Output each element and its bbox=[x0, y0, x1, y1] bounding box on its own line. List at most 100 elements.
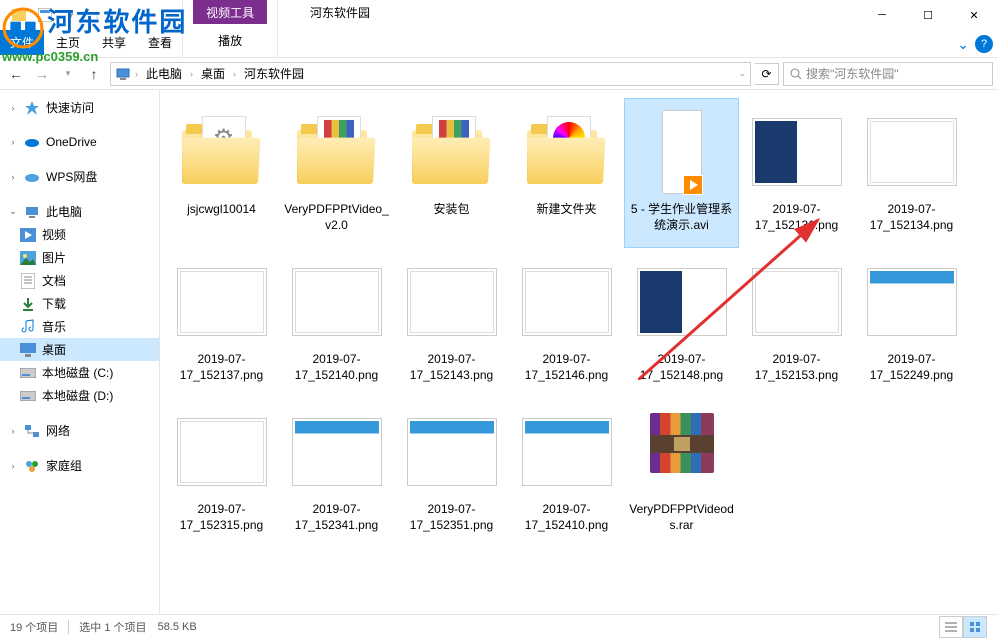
navigation-sidebar: ›快速访问 ›OneDrive ›WPS网盘 ⌄此电脑 视频 图片 文档 下载 … bbox=[0, 90, 160, 614]
address-dropdown-icon[interactable]: ⌄ bbox=[738, 68, 746, 79]
file-item[interactable]: 新建文件夹 bbox=[509, 98, 624, 248]
file-item[interactable]: 5 - 学生作业管理系统演示.avi bbox=[624, 98, 739, 248]
home-tab[interactable]: 主页 bbox=[46, 30, 90, 55]
file-item[interactable]: 2019-07-17_152148.png bbox=[624, 248, 739, 398]
pc-icon bbox=[115, 66, 131, 82]
file-thumbnail bbox=[634, 404, 730, 500]
breadcrumb[interactable]: › 此电脑 › 桌面 › 河东软件园 ⌄ bbox=[110, 62, 751, 86]
file-thumbnail bbox=[404, 404, 500, 500]
details-view-button[interactable] bbox=[939, 616, 963, 638]
sidebar-videos[interactable]: 视频 bbox=[0, 223, 159, 246]
search-input[interactable]: 搜索"河东软件园" bbox=[783, 62, 993, 86]
file-item[interactable]: 2019-07-17_152143.png bbox=[394, 248, 509, 398]
chevron-right-icon[interactable]: › bbox=[135, 69, 138, 79]
video-icon bbox=[20, 227, 36, 243]
file-item[interactable]: 2019-07-17_152137.png bbox=[164, 248, 279, 398]
drive-icon bbox=[20, 365, 36, 381]
play-tab[interactable]: 播放 bbox=[208, 28, 252, 53]
file-item[interactable]: VeryPDFPPtVideods.rar bbox=[624, 398, 739, 548]
file-grid[interactable]: ⚙jsjcwgl10014VeryPDFPPtVideo_v2.0 安装包 新建文件… bbox=[160, 90, 997, 614]
file-name-label: 安装包 bbox=[433, 202, 469, 218]
file-thumbnail bbox=[634, 104, 730, 200]
file-name-label: 2019-07-17_152410.png bbox=[513, 502, 620, 533]
file-item[interactable]: 安装包 bbox=[394, 98, 509, 248]
breadcrumb-item[interactable]: 河东软件园 bbox=[240, 65, 308, 82]
address-bar: ← → ▾ ↑ › 此电脑 › 桌面 › 河东软件园 ⌄ ⟳ 搜索"河东软件园" bbox=[0, 58, 997, 90]
file-thumbnail bbox=[519, 254, 615, 350]
file-name-label: 2019-07-17_152140.png bbox=[283, 352, 390, 383]
sidebar-disk-d[interactable]: 本地磁盘 (D:) bbox=[0, 384, 159, 407]
file-item[interactable]: 2019-07-17_152140.png bbox=[279, 248, 394, 398]
network-icon bbox=[24, 423, 40, 439]
file-name-label: 2019-07-17_152131.png bbox=[743, 202, 850, 233]
file-name-label: 2019-07-17_152143.png bbox=[398, 352, 505, 383]
sidebar-pictures[interactable]: 图片 bbox=[0, 246, 159, 269]
breadcrumb-item[interactable]: 桌面 bbox=[197, 65, 229, 82]
minimize-button[interactable]: ─ bbox=[859, 0, 905, 30]
quick-access-toolbar: ▾ | bbox=[0, 0, 182, 26]
qat-separator: | bbox=[86, 4, 108, 26]
drive-icon bbox=[20, 388, 36, 404]
file-thumbnail bbox=[174, 404, 270, 500]
file-item[interactable]: 2019-07-17_152134.png bbox=[854, 98, 969, 248]
music-icon bbox=[20, 319, 36, 335]
file-item[interactable]: 2019-07-17_152351.png bbox=[394, 398, 509, 548]
sidebar-network[interactable]: ›网络 bbox=[0, 419, 159, 442]
icons-view-button[interactable] bbox=[963, 616, 987, 638]
sidebar-quick-access[interactable]: ›快速访问 bbox=[0, 96, 159, 119]
download-icon bbox=[20, 296, 36, 312]
file-item[interactable]: 2019-07-17_152146.png bbox=[509, 248, 624, 398]
recent-dropdown-icon[interactable]: ▾ bbox=[56, 62, 80, 86]
sidebar-desktop[interactable]: 桌面 bbox=[0, 338, 159, 361]
chevron-right-icon[interactable]: › bbox=[190, 69, 193, 79]
ribbon-collapse-icon[interactable]: ⌄ bbox=[957, 36, 969, 53]
forward-button[interactable]: → bbox=[30, 62, 54, 86]
maximize-button[interactable]: ☐ bbox=[905, 0, 951, 30]
file-name-label: jsjcwgl10014 bbox=[187, 202, 256, 218]
status-bar: 19 个项目 选中 1 个项目 58.5 KB bbox=[0, 614, 997, 638]
properties-icon[interactable] bbox=[34, 4, 56, 26]
file-item[interactable]: 2019-07-17_152315.png bbox=[164, 398, 279, 548]
status-selection: 选中 1 个项目 bbox=[79, 619, 146, 635]
video-tools-context-tab: 视频工具 bbox=[193, 0, 267, 24]
file-thumbnail bbox=[864, 104, 960, 200]
document-icon bbox=[20, 273, 36, 289]
breadcrumb-item[interactable]: 此电脑 bbox=[142, 65, 186, 82]
file-item[interactable]: 2019-07-17_152131.png bbox=[739, 98, 854, 248]
file-thumbnail bbox=[749, 104, 845, 200]
file-tab[interactable]: 文件 bbox=[0, 30, 44, 55]
up-button[interactable]: ↑ bbox=[82, 62, 106, 86]
sidebar-homegroup[interactable]: ›家庭组 bbox=[0, 454, 159, 477]
refresh-button[interactable]: ⟳ bbox=[755, 63, 779, 85]
share-tab[interactable]: 共享 bbox=[92, 30, 136, 55]
qat-dropdown-icon[interactable]: ▾ bbox=[60, 4, 82, 26]
file-item[interactable]: 2019-07-17_152410.png bbox=[509, 398, 624, 548]
file-item[interactable]: VeryPDFPPtVideo_v2.0 bbox=[279, 98, 394, 248]
sidebar-documents[interactable]: 文档 bbox=[0, 269, 159, 292]
file-item[interactable]: 2019-07-17_152153.png bbox=[739, 248, 854, 398]
help-icon[interactable]: ? bbox=[975, 35, 993, 53]
titlebar: ▾ | 文件 主页 共享 查看 视频工具 播放 河东软件园 ─ ☐ ✕ ⌄ ? bbox=[0, 0, 997, 58]
sidebar-onedrive[interactable]: ›OneDrive bbox=[0, 131, 159, 153]
chevron-right-icon[interactable]: › bbox=[233, 69, 236, 79]
file-name-label: 2019-07-17_152153.png bbox=[743, 352, 850, 383]
close-button[interactable]: ✕ bbox=[951, 0, 997, 30]
file-item[interactable]: 2019-07-17_152341.png bbox=[279, 398, 394, 548]
file-item[interactable]: ⚙jsjcwgl10014 bbox=[164, 98, 279, 248]
view-tab[interactable]: 查看 bbox=[138, 30, 182, 55]
sidebar-wps[interactable]: ›WPS网盘 bbox=[0, 165, 159, 188]
star-icon bbox=[24, 100, 40, 116]
file-thumbnail bbox=[864, 254, 960, 350]
sidebar-downloads[interactable]: 下载 bbox=[0, 292, 159, 315]
sidebar-music[interactable]: 音乐 bbox=[0, 315, 159, 338]
file-item[interactable]: 2019-07-17_152249.png bbox=[854, 248, 969, 398]
file-thumbnail bbox=[404, 104, 500, 200]
back-button[interactable]: ← bbox=[4, 62, 28, 86]
file-name-label: VeryPDFPPtVideo_v2.0 bbox=[283, 202, 390, 233]
status-size: 58.5 KB bbox=[158, 621, 197, 633]
window-controls: ─ ☐ ✕ bbox=[859, 0, 997, 30]
file-name-label: 2019-07-17_152137.png bbox=[168, 352, 275, 383]
file-name-label: 2019-07-17_152351.png bbox=[398, 502, 505, 533]
sidebar-disk-c[interactable]: 本地磁盘 (C:) bbox=[0, 361, 159, 384]
sidebar-this-pc[interactable]: ⌄此电脑 bbox=[0, 200, 159, 223]
